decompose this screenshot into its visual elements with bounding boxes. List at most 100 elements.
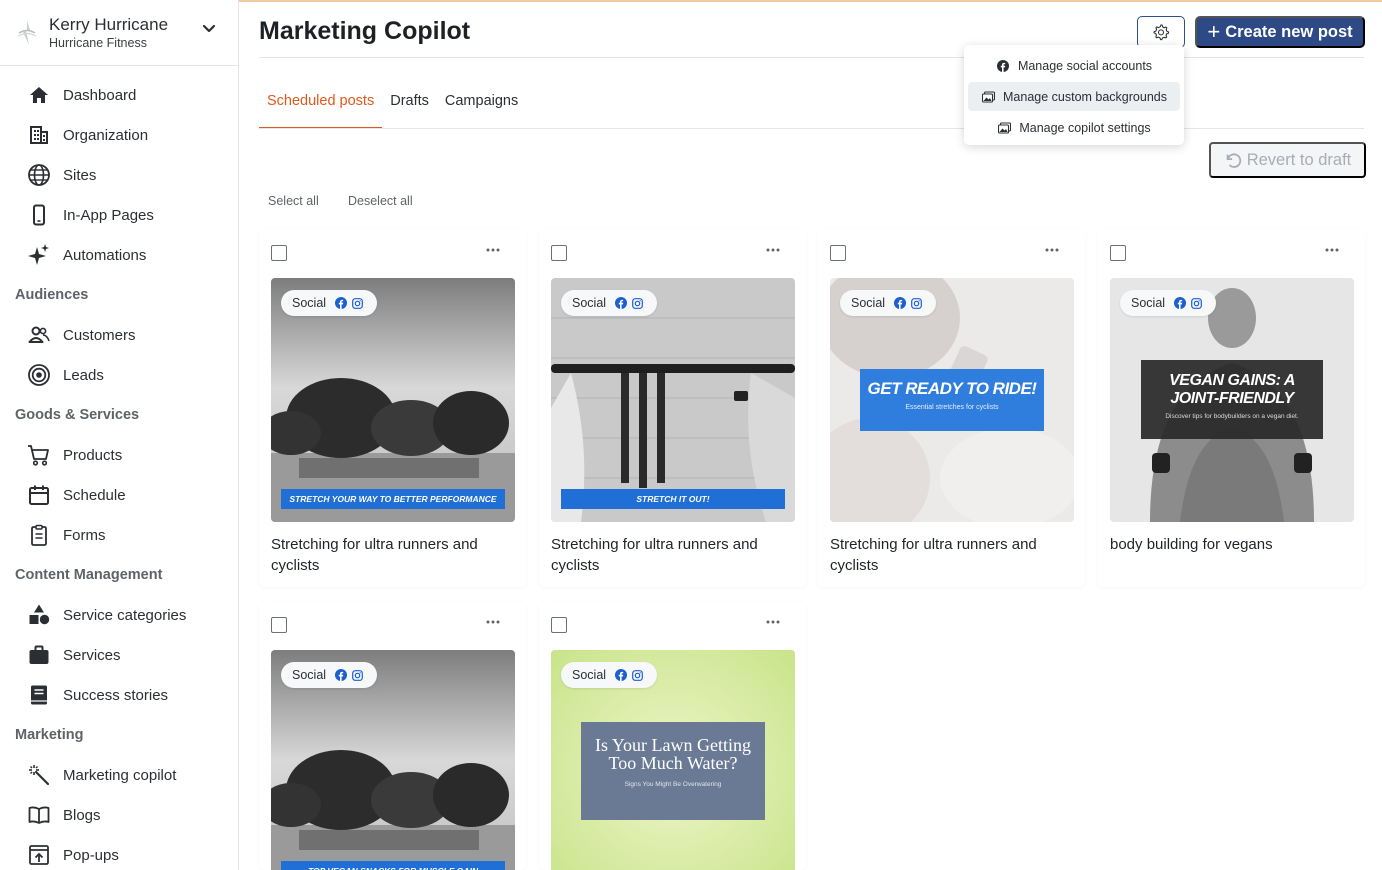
revert-to-draft-label: Revert to draft <box>1246 150 1352 169</box>
create-new-post-button[interactable]: + Create new post <box>1195 16 1365 48</box>
cart-icon <box>27 443 51 467</box>
menu-item-manage-custom-backgrounds[interactable]: Manage custom backgrounds <box>968 82 1180 111</box>
post-image: Social TOP VEGAN SNACKS FOR MUSCLE GAIN <box>271 650 515 870</box>
post-checkbox[interactable] <box>271 245 287 261</box>
main-content: Marketing Copilot + Create new post Sche… <box>239 0 1382 870</box>
social-chip: Social <box>561 662 658 688</box>
post-banner-box: GET READY TO RIDE! Essential stretches f… <box>860 369 1044 431</box>
sidebar-item-in-app-pages[interactable]: In-App Pages <box>0 195 238 235</box>
post-checkbox[interactable] <box>551 617 567 633</box>
chevron-down-icon[interactable] <box>200 20 218 38</box>
building-icon <box>27 123 51 147</box>
book-icon <box>27 683 51 707</box>
sidebar-item-blogs[interactable]: Blogs <box>0 795 238 835</box>
facebook-icon <box>894 297 907 309</box>
post-image: Social GET READY TO RIDE! Essential stre… <box>830 278 1074 522</box>
social-chip: Social <box>281 290 378 316</box>
tab-drafts[interactable]: Drafts <box>382 90 437 129</box>
settings-menu: Manage social accounts Manage custom bac… <box>964 45 1184 145</box>
post-card[interactable]: Social TOP VEGAN SNACKS FOR MUSCLE GAIN <box>259 601 526 870</box>
post-image: Social STRETCH YOUR WAY TO BETTER PERFOR… <box>271 278 515 522</box>
revert-to-draft-button[interactable]: Revert to draft <box>1209 142 1366 178</box>
social-chip: Social <box>561 290 658 316</box>
account-name: Kerry Hurricane <box>49 14 169 34</box>
more-options-icon[interactable] <box>766 619 780 625</box>
select-all-link[interactable]: Select all <box>268 194 319 208</box>
post-banner-box: Is Your Lawn Getting Too Much Water? Sig… <box>581 722 765 820</box>
facebook-icon <box>335 669 348 681</box>
more-options-icon[interactable] <box>1045 247 1059 253</box>
plus-icon: + <box>1207 19 1221 44</box>
post-title: Stretching for ultra runners and cyclist… <box>271 536 478 574</box>
post-checkbox[interactable] <box>1110 245 1126 261</box>
sidebar-item-customers[interactable]: Customers <box>0 315 238 355</box>
post-checkbox[interactable] <box>830 245 846 261</box>
sidebar-item-label: Schedule <box>63 486 126 504</box>
post-card[interactable]: Social VEGAN GAINS: A JOINT-FRIENDLY Dis… <box>1098 229 1365 587</box>
sidebar-item-automations[interactable]: Automations <box>0 235 238 275</box>
gear-icon <box>1153 24 1170 41</box>
tab-scheduled-posts[interactable]: Scheduled posts <box>259 90 383 129</box>
section-goods-services: Goods & Services <box>15 407 140 423</box>
sidebar-item-leads[interactable]: Leads <box>0 355 238 395</box>
social-chip-label: Social <box>292 296 327 310</box>
sidebar-item-pop-ups[interactable]: Pop-ups <box>0 835 238 870</box>
post-banner-subtitle: Essential stretches for cyclists <box>905 404 999 411</box>
sidebar-item-services[interactable]: Services <box>0 635 238 675</box>
social-chip-label: Social <box>292 668 327 682</box>
deselect-all-link[interactable]: Deselect all <box>348 194 413 208</box>
menu-item-manage-copilot-settings[interactable]: Manage copilot settings <box>968 113 1180 142</box>
section-marketing: Marketing <box>15 727 84 743</box>
more-options-icon[interactable] <box>766 247 780 253</box>
sidebar-item-products[interactable]: Products <box>0 435 238 475</box>
post-banner: STRETCH YOUR WAY TO BETTER PERFORMANCE <box>281 489 505 509</box>
home-icon <box>27 83 51 107</box>
settings-button[interactable] <box>1137 16 1185 48</box>
sidebar-item-service-categories[interactable]: Service categories <box>0 595 238 635</box>
more-options-icon[interactable] <box>486 247 500 253</box>
post-title: body building for vegans <box>1110 536 1273 553</box>
sidebar-item-schedule[interactable]: Schedule <box>0 475 238 515</box>
post-checkbox[interactable] <box>271 617 287 633</box>
sparkle-icon <box>27 243 51 267</box>
post-card[interactable]: Social Is Your Lawn Getting Too Much Wat… <box>539 601 806 870</box>
sidebar-item-label: Marketing copilot <box>63 766 177 784</box>
post-checkbox[interactable] <box>551 245 567 261</box>
post-title: Stretching for ultra runners and cyclist… <box>551 536 758 574</box>
post-title: Stretching for ultra runners and cyclist… <box>830 536 1037 574</box>
tab-campaigns[interactable]: Campaigns <box>437 90 526 129</box>
menu-item-label: Manage social accounts <box>1017 58 1153 73</box>
facebook-icon <box>615 297 628 309</box>
sidebar-item-label: Organization <box>63 126 149 144</box>
sidebar-item-label: Services <box>63 646 121 664</box>
more-options-icon[interactable] <box>486 619 500 625</box>
tab-bar: Scheduled posts Drafts Campaigns <box>259 90 526 130</box>
section-audiences: Audiences <box>15 287 89 303</box>
images-icon <box>997 121 1011 135</box>
menu-item-label: Manage copilot settings <box>1019 120 1151 135</box>
post-banner: STRETCH IT OUT! <box>561 489 785 509</box>
sidebar-item-marketing-copilot[interactable]: Marketing copilot <box>0 755 238 795</box>
menu-item-manage-social-accounts[interactable]: Manage social accounts <box>968 51 1180 80</box>
sidebar-item-forms[interactable]: Forms <box>0 515 238 555</box>
sidebar-item-success-stories[interactable]: Success stories <box>0 675 238 715</box>
social-chip-label: Social <box>572 296 607 310</box>
post-card[interactable]: Social STRETCH YOUR WAY TO BETTER PERFOR… <box>259 229 526 587</box>
instagram-icon <box>352 297 363 309</box>
social-chip: Social <box>1120 290 1217 316</box>
sidebar-item-organization[interactable]: Organization <box>0 115 238 155</box>
more-options-icon[interactable] <box>1325 247 1339 253</box>
images-icon <box>981 90 995 104</box>
clipboard-icon <box>27 523 51 547</box>
account-switcher[interactable]: Kerry Hurricane Hurricane Fitness <box>0 0 238 66</box>
post-card[interactable]: Social STRETCH IT OUT! Stretching for ul… <box>539 229 806 587</box>
sidebar-item-dashboard[interactable]: Dashboard <box>0 75 238 115</box>
section-content-management: Content Management <box>15 567 163 583</box>
post-card[interactable]: Social GET READY TO RIDE! Essential stre… <box>818 229 1085 587</box>
phone-icon <box>27 203 51 227</box>
calendar-icon <box>27 483 51 507</box>
sidebar-item-sites[interactable]: Sites <box>0 155 238 195</box>
undo-icon <box>1226 153 1241 168</box>
sidebar-item-label: Success stories <box>63 686 169 704</box>
header-divider <box>259 57 1364 58</box>
